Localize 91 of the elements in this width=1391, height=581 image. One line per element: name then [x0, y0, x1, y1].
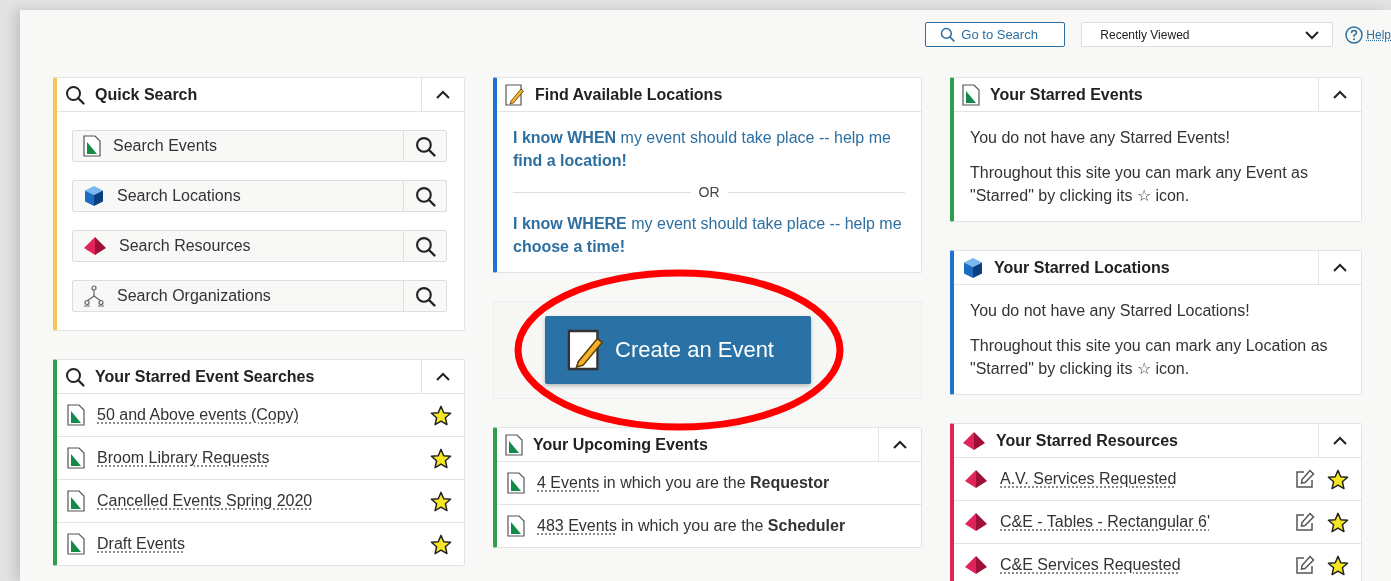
panel-title: Your Starred Locations	[994, 258, 1170, 277]
recently-viewed-select[interactable]: Recently Viewed	[1081, 22, 1334, 47]
document-icon	[507, 472, 525, 494]
search-icon	[65, 84, 85, 105]
search-option[interactable]: Search Resources	[72, 230, 447, 262]
document-icon	[83, 135, 101, 157]
document-icon	[67, 533, 85, 555]
star-icon	[430, 404, 452, 426]
search-option[interactable]: Search Organizations	[72, 280, 447, 312]
chevron-up-icon	[892, 439, 908, 450]
resource-link[interactable]: A.V. Services Requested	[1000, 470, 1283, 488]
search-icon	[65, 366, 85, 387]
pyramid-icon	[962, 430, 986, 451]
pencil-document-icon	[567, 328, 605, 372]
resource-link[interactable]: C&E - Tables - Rectangular 6'	[1000, 513, 1283, 531]
where-prompt-link[interactable]: I know WHERE my event should take place -- help me choose a time!	[513, 212, 905, 258]
events-count-link[interactable]: 4 Events	[537, 474, 600, 491]
star-button[interactable]	[430, 533, 452, 555]
panel-title: Your Starred Event Searches	[95, 367, 315, 386]
document-icon	[67, 404, 85, 426]
edit-button[interactable]	[1295, 512, 1315, 532]
star-button[interactable]	[1327, 468, 1349, 490]
panel-title: Find Available Locations	[535, 85, 723, 104]
star-icon	[1327, 511, 1349, 533]
upcoming-events-text: 4 Events in which you are the Requestor	[537, 474, 831, 492]
saved-search-link[interactable]: Cancelled Events Spring 2020	[97, 492, 418, 510]
pyramid-icon	[964, 469, 988, 489]
chevron-up-icon	[1332, 435, 1348, 446]
chevron-up-icon	[435, 371, 451, 382]
saved-search-link[interactable]: Broom Library Requests	[97, 449, 418, 467]
panel-title: Your Starred Events	[990, 85, 1143, 104]
hint-text: Throughout this site you can mark any Location as "Starred" by clicking its ☆ icon.	[970, 336, 1329, 379]
star-icon	[1327, 554, 1349, 576]
cube-icon	[962, 256, 984, 279]
star-icon	[1327, 468, 1349, 490]
events-count-link[interactable]: 483 Events	[537, 517, 618, 534]
edit-icon	[1295, 555, 1315, 575]
help-link[interactable]: Help	[1345, 25, 1391, 44]
panel-title: Quick Search	[95, 85, 198, 104]
pyramid-icon	[83, 236, 107, 256]
chevron-up-icon	[1332, 262, 1348, 273]
empty-message: You do not have any Starred Events!	[970, 128, 1232, 148]
search-option-label[interactable]: Search Events	[73, 131, 403, 161]
pyramid-icon	[964, 555, 988, 575]
saved-search-link[interactable]: 50 and Above events (Copy)	[97, 406, 418, 424]
edit-icon	[1295, 469, 1315, 489]
panel-title: Your Upcoming Events	[533, 435, 708, 454]
document-icon	[67, 447, 85, 469]
search-option-label[interactable]: Search Organizations	[73, 281, 403, 311]
star-button[interactable]	[1327, 511, 1349, 533]
cube-icon	[83, 185, 105, 207]
search-option-label[interactable]: Search Resources	[73, 231, 403, 261]
search-icon	[414, 135, 436, 157]
document-icon	[505, 433, 523, 456]
search-icon	[414, 185, 436, 207]
document-icon	[507, 515, 525, 537]
create-event-button[interactable]: Create an Event	[545, 316, 811, 384]
when-prompt-link[interactable]: I know WHEN my event should take place -- help me find a location!	[513, 126, 905, 172]
chevron-up-icon	[1332, 89, 1348, 100]
chevron-down-icon	[1304, 29, 1321, 40]
star-icon	[430, 490, 452, 512]
search-option-label[interactable]: Search Locations	[73, 181, 403, 211]
pyramid-icon	[964, 512, 988, 532]
star-button[interactable]	[1327, 554, 1349, 576]
resource-link[interactable]: C&E Services Requested	[1000, 556, 1283, 574]
edit-button[interactable]	[1295, 469, 1315, 489]
search-icon	[414, 285, 436, 307]
chevron-up-icon	[435, 89, 451, 100]
go-to-search-button[interactable]: Go to Search	[925, 22, 1066, 47]
help-icon	[1345, 25, 1364, 44]
hint-text: Throughout this site you can mark any Event as "Starred" by clicking its ☆ icon.	[970, 163, 1309, 206]
saved-search-link[interactable]: Draft Events	[97, 535, 418, 553]
edit-icon	[1295, 512, 1315, 532]
star-button[interactable]	[430, 490, 452, 512]
pencil-document-icon	[505, 83, 525, 106]
empty-message: You do not have any Starred Locations!	[970, 301, 1251, 321]
search-icon	[940, 27, 956, 42]
panel-title: Your Starred Resources	[996, 431, 1178, 450]
upcoming-events-text: 483 Events in which you are the Scheduler	[537, 517, 847, 535]
document-icon	[67, 490, 85, 512]
or-separator: OR	[698, 184, 720, 200]
star-button[interactable]	[430, 447, 452, 469]
search-icon	[414, 235, 436, 257]
star-icon	[430, 533, 452, 555]
star-icon	[430, 447, 452, 469]
document-icon	[962, 83, 980, 106]
search-option[interactable]: Search Events	[72, 130, 447, 162]
search-option[interactable]: Search Locations	[72, 180, 447, 212]
star-button[interactable]	[430, 404, 452, 426]
org-chart-icon	[83, 285, 105, 307]
edit-button[interactable]	[1295, 555, 1315, 575]
